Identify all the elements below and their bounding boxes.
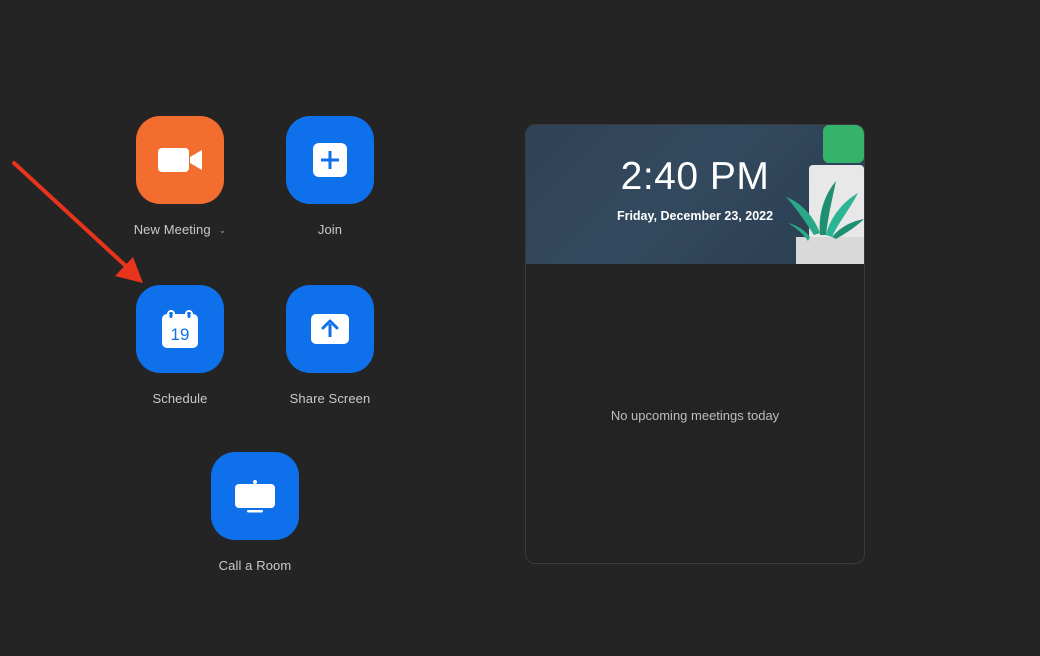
schedule-label[interactable]: Schedule <box>105 391 255 406</box>
call-room-label[interactable]: Call a Room <box>180 558 330 573</box>
calendar-icon: 19 <box>162 310 198 348</box>
new-meeting-action[interactable]: New Meeting ⌄ <box>105 116 255 237</box>
schedule-button[interactable]: 19 <box>136 285 224 373</box>
upcoming-meetings-panel: 2:40 PM Friday, December 23, 2022 No upc… <box>525 124 865 564</box>
chevron-down-icon[interactable]: ⌄ <box>219 225 227 236</box>
calendar-day: 19 <box>171 325 190 344</box>
share-screen-label[interactable]: Share Screen <box>255 391 405 406</box>
no-meetings-message: No upcoming meetings today <box>610 408 780 423</box>
call-room-action[interactable]: Call a Room <box>180 452 330 573</box>
upload-arrow-icon <box>311 314 349 344</box>
join-label[interactable]: Join <box>255 222 405 237</box>
new-meeting-label[interactable]: New Meeting <box>134 222 211 237</box>
monitor-icon <box>235 480 275 513</box>
schedule-action[interactable]: 19 Schedule <box>105 285 255 406</box>
join-button[interactable] <box>286 116 374 204</box>
call-room-button[interactable] <box>211 452 299 540</box>
clock-time: 2:40 PM <box>620 155 770 198</box>
share-screen-action[interactable]: Share Screen <box>255 285 405 406</box>
new-meeting-button[interactable] <box>136 116 224 204</box>
plus-icon <box>313 143 347 177</box>
join-action[interactable]: Join <box>255 116 405 237</box>
clock-header: 2:40 PM Friday, December 23, 2022 <box>526 125 864 264</box>
video-camera-icon <box>158 148 202 172</box>
clock-date: Friday, December 23, 2022 <box>616 209 774 223</box>
share-screen-button[interactable] <box>286 285 374 373</box>
